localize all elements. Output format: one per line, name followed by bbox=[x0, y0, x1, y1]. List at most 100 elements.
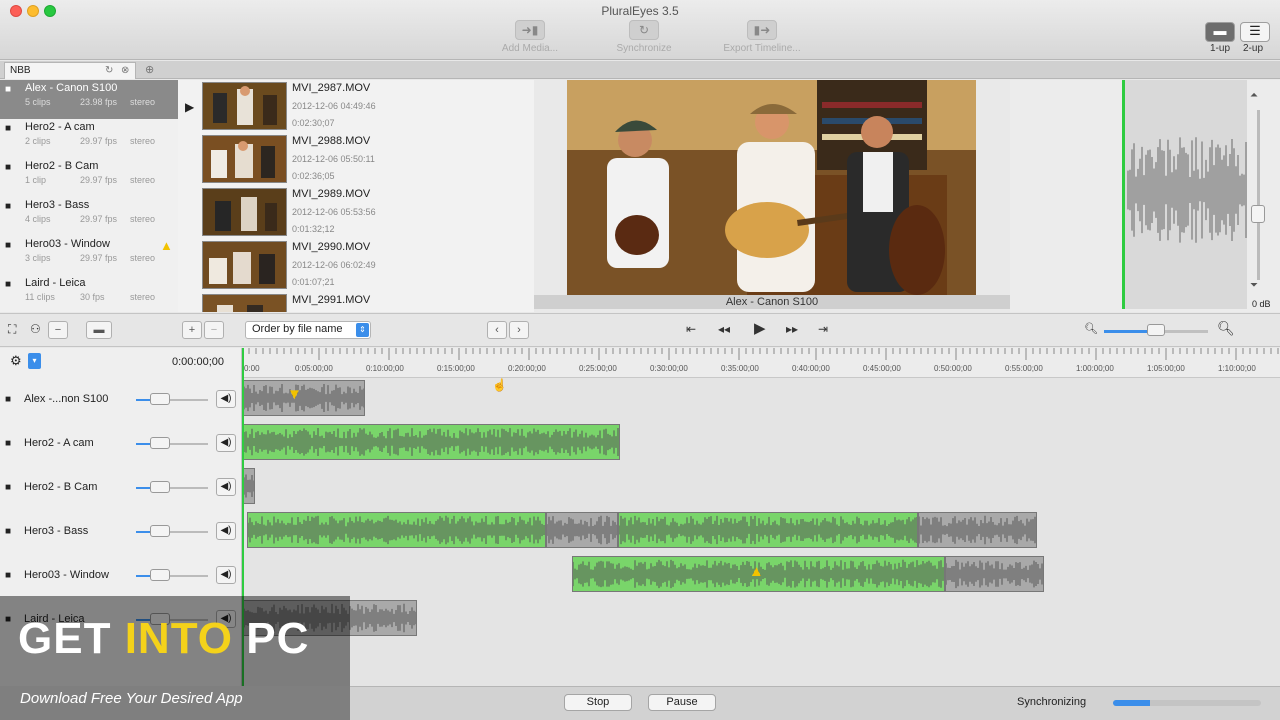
clip-duration: 0:02:30;07 bbox=[292, 118, 335, 128]
warning-icon[interactable]: ▲ bbox=[749, 563, 764, 580]
go-to-end-icon[interactable]: ⇥ bbox=[818, 322, 828, 336]
track-volume-knob[interactable] bbox=[150, 393, 170, 405]
track-volume-slider[interactable] bbox=[136, 487, 208, 489]
speaker-icon[interactable]: ◀) bbox=[216, 478, 236, 496]
layout-2up-button[interactable]: ☰ bbox=[1240, 22, 1270, 42]
sync-progress-fill bbox=[1113, 700, 1150, 706]
clip-item[interactable]: MVI_2991.MOV bbox=[202, 292, 522, 312]
track-name: Hero03 - Window bbox=[24, 569, 109, 581]
tab-nbb[interactable]: NBB ↻ ⊗ bbox=[4, 62, 136, 79]
layout-1up-button[interactable]: ▬ bbox=[1205, 22, 1235, 42]
track-volume-slider[interactable] bbox=[136, 575, 208, 577]
db-label: 0 dB bbox=[1252, 299, 1271, 309]
gear-icon[interactable]: ⚙ bbox=[10, 353, 22, 369]
synchronize-label: Synchronize bbox=[616, 43, 672, 54]
camera-icon: ■ bbox=[5, 526, 12, 537]
watermark-logo: GET INTO PC bbox=[18, 614, 310, 663]
timeline[interactable]: 0:00 0:05:00;00 0:10:00;00 0:15:00;00 0:… bbox=[242, 348, 1280, 686]
order-select[interactable]: Order by file name ⇕ bbox=[245, 321, 371, 339]
track-volume-slider[interactable] bbox=[136, 531, 208, 533]
clip-duration: 0:01:07;21 bbox=[292, 277, 335, 287]
volume-slider-knob[interactable] bbox=[1251, 205, 1265, 223]
track-options-icon[interactable]: ⛶ bbox=[8, 322, 16, 337]
sync-progress-bar bbox=[1113, 700, 1261, 706]
close-tab-icon[interactable]: ⊗ bbox=[121, 65, 129, 76]
rewind-icon[interactable]: ◂◂ bbox=[718, 322, 730, 336]
source-name: Hero2 - A cam bbox=[25, 121, 95, 133]
track-header[interactable]: ■ Hero3 - Bass ◀) bbox=[0, 510, 242, 554]
remove-track-button[interactable]: − bbox=[48, 321, 68, 339]
clip-thumbnail bbox=[202, 241, 287, 289]
ruler-tick: 0:30:00;00 bbox=[650, 364, 688, 373]
source-item[interactable]: ■ Laird - Leica 11 clips 30 fps stereo bbox=[0, 275, 178, 314]
source-item[interactable]: ■ Hero03 - Window 3 clips 29.97 fps stereo… bbox=[0, 236, 178, 275]
volume-slider-track[interactable] bbox=[1257, 110, 1260, 280]
camera-icon: ■ bbox=[5, 123, 12, 134]
ruler-tick: 0:55:00;00 bbox=[1005, 364, 1043, 373]
source-meta: 4 clips 29.97 fps stereo bbox=[25, 214, 156, 224]
speaker-icon[interactable]: ◀) bbox=[216, 522, 236, 540]
track-volume-knob[interactable] bbox=[150, 525, 170, 537]
speaker-icon[interactable]: ◀) bbox=[216, 566, 236, 584]
source-item[interactable]: ■ Hero2 - B Cam 1 clip 29.97 fps stereo bbox=[0, 158, 178, 197]
previous-clip-button[interactable]: ‹ bbox=[487, 321, 507, 339]
stop-button[interactable]: Stop bbox=[564, 694, 632, 711]
view-toggle-button[interactable]: ▬ bbox=[86, 321, 112, 339]
clip-item[interactable]: MVI_2987.MOV 2012-12-06 04:49:46 0:02:30… bbox=[202, 80, 522, 133]
gear-dropdown-icon[interactable]: ▾ bbox=[28, 353, 41, 369]
source-item[interactable]: ■ Hero3 - Bass 4 clips 29.97 fps stereo bbox=[0, 197, 178, 236]
play-icon[interactable]: ▶ bbox=[754, 319, 766, 337]
play-clip-icon[interactable]: ▶ bbox=[185, 100, 194, 114]
camera-icon: ■ bbox=[5, 438, 12, 449]
synchronize-button[interactable]: ↻ Synchronize bbox=[612, 20, 676, 54]
clip-segment[interactable] bbox=[243, 468, 255, 504]
clip-list: ▶ MVI_2987.MOV 2012-12-06 04:49:46 0:02:… bbox=[178, 80, 534, 312]
next-clip-button[interactable]: › bbox=[509, 321, 529, 339]
clip-segment[interactable] bbox=[247, 512, 546, 548]
track-header[interactable]: ■ Alex -...non S100 ◀) bbox=[0, 378, 242, 422]
refresh-icon[interactable]: ↻ bbox=[105, 65, 113, 76]
zoom-out-icon[interactable]: 🔍︎ bbox=[1084, 322, 1098, 335]
track-volume-knob[interactable] bbox=[150, 481, 170, 493]
source-list: ■ Alex - Canon S100 5 clips 23.98 fps ster… bbox=[0, 80, 178, 312]
speaker-icon[interactable]: ◀) bbox=[216, 390, 236, 408]
add-media-label: Add Media... bbox=[501, 43, 559, 54]
add-clip-button[interactable]: + bbox=[182, 321, 202, 339]
clip-item[interactable]: MVI_2990.MOV 2012-12-06 06:02:49 0:01:07… bbox=[202, 239, 522, 292]
go-to-start-icon[interactable]: ⇤ bbox=[686, 322, 696, 336]
marker-icon[interactable]: ▼ bbox=[287, 386, 302, 403]
zoom-in-icon[interactable]: 🔍︎ bbox=[1217, 320, 1235, 337]
pause-button[interactable]: Pause bbox=[648, 694, 716, 711]
clip-item[interactable]: MVI_2988.MOV 2012-12-06 05:50:11 0:02:36… bbox=[202, 133, 522, 186]
track-link-icon[interactable]: ⚇ bbox=[30, 322, 41, 336]
zoom-slider-knob[interactable] bbox=[1147, 324, 1165, 336]
source-item[interactable]: ■ Alex - Canon S100 5 clips 23.98 fps ster… bbox=[0, 80, 178, 119]
track-volume-knob[interactable] bbox=[150, 569, 170, 581]
remove-clip-button[interactable]: − bbox=[204, 321, 224, 339]
clip-segment[interactable] bbox=[546, 512, 618, 548]
track-header[interactable]: ■ Hero2 - B Cam ◀) bbox=[0, 466, 242, 510]
title-bar: PluralEyes 3.5 ➜▮ Add Media... ↻ Synchro… bbox=[0, 0, 1280, 60]
timeline-ruler[interactable]: 0:00 0:05:00;00 0:10:00;00 0:15:00;00 0:… bbox=[242, 348, 1280, 378]
speaker-icon[interactable]: ◀) bbox=[216, 434, 236, 452]
add-media-button[interactable]: ➜▮ Add Media... bbox=[500, 20, 560, 54]
track-volume-knob[interactable] bbox=[150, 437, 170, 449]
source-item[interactable]: ■ Hero2 - A cam 2 clips 29.97 fps stereo bbox=[0, 119, 178, 158]
track-header[interactable]: ■ Hero03 - Window ◀) bbox=[0, 554, 242, 598]
track-volume-slider[interactable] bbox=[136, 399, 208, 401]
export-timeline-button[interactable]: ▮➜ Export Timeline... bbox=[718, 20, 806, 54]
fast-forward-icon[interactable]: ▸▸ bbox=[786, 322, 798, 336]
ruler-tick: 0:15:00;00 bbox=[437, 364, 475, 373]
clip-segment[interactable] bbox=[618, 512, 918, 548]
clip-segment[interactable] bbox=[243, 424, 620, 460]
track-header[interactable]: ■ Hero2 - A cam ◀) bbox=[0, 422, 242, 466]
volume-min-icon: ⏷ bbox=[1250, 280, 1258, 291]
clip-segment[interactable] bbox=[918, 512, 1037, 548]
clip-segment[interactable] bbox=[243, 380, 365, 416]
track-volume-slider[interactable] bbox=[136, 443, 208, 445]
clip-segment[interactable] bbox=[945, 556, 1044, 592]
add-tab-icon[interactable]: ⊕ bbox=[145, 63, 154, 76]
clip-item[interactable]: MVI_2989.MOV 2012-12-06 05:53:56 0:01:32… bbox=[202, 186, 522, 239]
source-meta: 1 clip 29.97 fps stereo bbox=[25, 175, 156, 185]
source-meta: 5 clips 23.98 fps stereo bbox=[25, 97, 156, 107]
